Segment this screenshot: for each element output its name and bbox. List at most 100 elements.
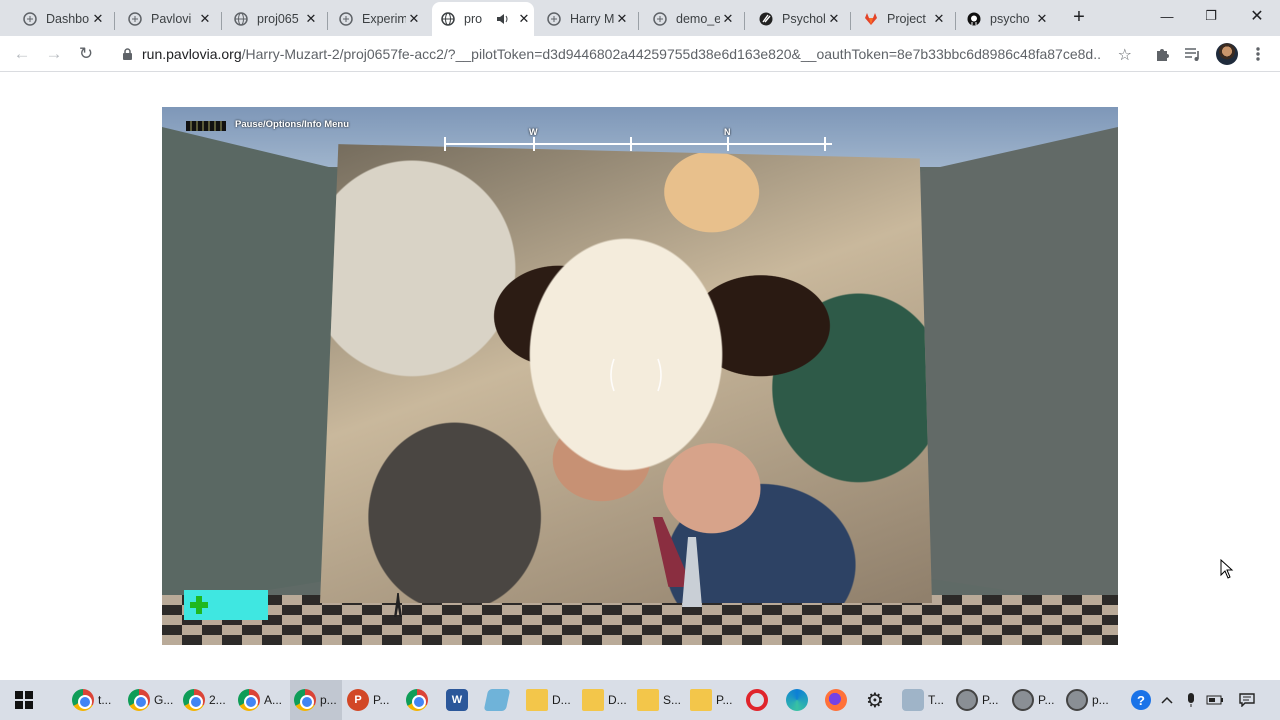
tab-title: proj065 <box>257 12 299 26</box>
media-control-icon[interactable] <box>1181 42 1205 66</box>
close-window-button[interactable]: ✕ <box>1234 0 1280 32</box>
tab[interactable]: psycho ✕ <box>958 4 1058 34</box>
taskbar-item[interactable]: 2... <box>183 680 235 720</box>
folder-icon <box>582 689 604 711</box>
taskbar-item[interactable]: G... <box>128 680 180 720</box>
tab-title: psycho <box>990 12 1030 26</box>
tab-separator <box>221 12 222 30</box>
speaker-icon[interactable] <box>494 11 510 27</box>
taskbar-item[interactable]: A... <box>238 680 290 720</box>
restore-button[interactable]: ❐ <box>1188 0 1234 32</box>
tab-active[interactable]: pro ✕ <box>432 2 534 36</box>
battery-icon[interactable] <box>1202 680 1228 720</box>
windows-start-icon[interactable] <box>0 680 48 720</box>
taskbar-item[interactable]: P... <box>956 680 1004 720</box>
experiment-canvas[interactable]: Pause/Options/Info Menu W N <box>162 107 1118 645</box>
taskbar-item[interactable]: P P... <box>347 680 397 720</box>
taskbar-item[interactable] <box>825 680 855 720</box>
reload-button[interactable]: ↻ <box>72 40 100 68</box>
lock-icon[interactable] <box>120 47 134 61</box>
tab[interactable]: Psychol ✕ <box>750 4 851 34</box>
close-icon[interactable]: ✕ <box>826 11 842 27</box>
github-icon <box>966 11 982 27</box>
chevron-up-icon[interactable] <box>1154 680 1180 720</box>
tab[interactable]: Dashbo ✕ <box>14 4 115 34</box>
settings-icon: ⚙ <box>866 689 884 712</box>
chrome-icon <box>294 689 316 711</box>
close-icon[interactable]: ✕ <box>931 11 947 27</box>
word-icon: W <box>446 689 468 711</box>
pause-menu-label[interactable]: Pause/Options/Info Menu <box>235 119 349 130</box>
tab-strip: Dashbo ✕ Pavlovi ✕ proj065 ✕ Experim ✕ p… <box>0 0 1280 36</box>
taskbar-label: D... <box>608 693 627 707</box>
close-icon[interactable]: ✕ <box>720 11 736 27</box>
menu-icon[interactable] <box>1246 42 1270 66</box>
pavlovia-icon <box>127 11 143 27</box>
minimize-button[interactable]: — <box>1144 0 1190 32</box>
taskbar-item[interactable] <box>406 680 436 720</box>
folder-icon <box>526 689 548 711</box>
pavlovia-icon <box>338 11 354 27</box>
taskbar-label: P... <box>716 693 733 707</box>
close-icon[interactable]: ✕ <box>516 11 532 27</box>
taskbar-item[interactable]: W <box>446 680 476 720</box>
forward-button[interactable]: → <box>40 40 68 68</box>
globe-icon <box>233 11 249 27</box>
pavlovia-icon <box>546 11 562 27</box>
taskbar-item[interactable] <box>786 680 816 720</box>
powerpoint-icon: P <box>347 689 369 711</box>
taskbar-item[interactable]: t... <box>72 680 124 720</box>
opera-icon <box>746 689 768 711</box>
taskbar-item[interactable] <box>746 680 776 720</box>
close-icon[interactable]: ✕ <box>406 11 422 27</box>
taskbar-label: S... <box>663 693 682 707</box>
taskbar-item[interactable]: T... <box>902 680 948 720</box>
chrome-icon <box>406 689 428 711</box>
tab-separator <box>850 12 851 30</box>
crosshair-icon <box>610 358 662 392</box>
compass-tick <box>533 137 536 151</box>
close-icon[interactable]: ✕ <box>1034 11 1050 27</box>
back-button[interactable]: ← <box>8 40 36 68</box>
new-tab-button[interactable]: + <box>1066 6 1092 30</box>
microphone-icon[interactable] <box>1178 680 1204 720</box>
tab-separator <box>114 12 115 30</box>
taskbar-item[interactable]: S... <box>637 680 685 720</box>
tab-title: demo_e <box>676 12 720 26</box>
close-icon[interactable]: ✕ <box>197 11 213 27</box>
taskbar-item-active[interactable]: p... <box>290 680 342 720</box>
bookmark-star-icon[interactable]: ☆ <box>1118 45 1132 65</box>
tab[interactable]: Harry M ✕ <box>538 4 639 34</box>
taskbar-label: 2... <box>209 693 226 707</box>
url-text[interactable]: run.pavlovia.org/Harry-Muzart-2/proj0657… <box>142 46 1102 62</box>
compass-north-label: N <box>723 127 731 137</box>
tab[interactable]: Pavlovi ✕ <box>119 4 222 34</box>
tab[interactable]: Project ✕ <box>855 4 956 34</box>
profile-avatar[interactable] <box>1216 43 1238 65</box>
taskbar-item[interactable]: P... <box>1012 680 1060 720</box>
taskbar-item[interactable] <box>483 680 516 720</box>
help-icon[interactable]: ? <box>1128 680 1154 720</box>
close-icon[interactable]: ✕ <box>614 11 630 27</box>
taskbar-item[interactable]: D... <box>526 680 574 720</box>
close-icon[interactable]: ✕ <box>90 11 106 27</box>
taskbar-label: D... <box>552 693 571 707</box>
tab-title: Psychol <box>782 12 826 26</box>
tab-title: Pavlovi <box>151 12 192 26</box>
notification-icon[interactable] <box>1234 680 1260 720</box>
extensions-icon[interactable] <box>1150 42 1174 66</box>
psychopy-icon <box>956 689 978 711</box>
psychopy-icon <box>1066 689 1088 711</box>
tab[interactable]: proj065 ✕ <box>225 4 328 34</box>
taskbar-item[interactable]: P... <box>690 680 738 720</box>
address-bar[interactable]: run.pavlovia.org/Harry-Muzart-2/proj0657… <box>110 39 1146 69</box>
tab-separator <box>327 12 328 30</box>
taskbar-item[interactable]: p... <box>1066 680 1114 720</box>
tab[interactable]: Experim ✕ <box>330 4 430 34</box>
taskbar-item[interactable]: ⚙ <box>864 680 894 720</box>
close-icon[interactable]: ✕ <box>303 11 319 27</box>
tab[interactable]: demo_e ✕ <box>644 4 745 34</box>
taskbar-item[interactable]: D... <box>582 680 630 720</box>
tab-separator <box>744 12 745 30</box>
notes-icon <box>483 689 511 711</box>
